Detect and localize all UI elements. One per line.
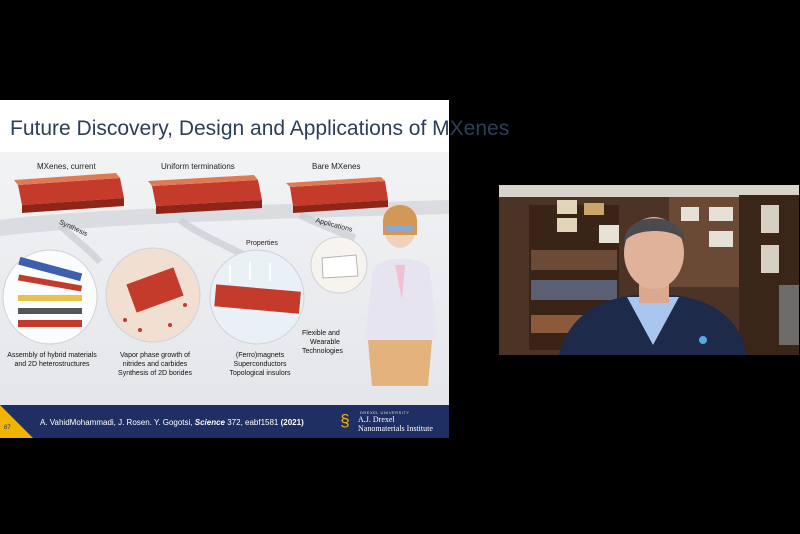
speaker-webcam-video[interactable]	[499, 185, 799, 355]
slide-citation: A. VahidMohammadi, J. Rosen. Y. Gogotsi,…	[40, 418, 304, 427]
branch-properties: Properties	[246, 240, 278, 247]
caption-assembly: Assembly of hybrid materials and 2D hete…	[7, 352, 97, 368]
wearable-circle	[310, 236, 368, 294]
logo-name-line1: A.J. Drexel	[358, 415, 395, 424]
drexel-dragon-logo-icon: §	[340, 411, 350, 430]
label-mxenes-current: MXenes, current	[37, 162, 96, 171]
uniform-slab	[148, 175, 262, 214]
slide-corner-accent	[0, 405, 33, 438]
vapor-growth-circle	[105, 247, 201, 343]
bare-slab	[286, 177, 388, 213]
caption-ferro: (Ferro)magnets Superconductors Topologic…	[229, 352, 291, 377]
caption-flexible: Flexible and Wearable Technologies	[302, 330, 343, 355]
slide-side-bar	[449, 100, 490, 438]
heterostructure-circle	[2, 249, 98, 345]
webcam-scene	[499, 185, 799, 355]
properties-circle	[209, 249, 305, 345]
meeting-stage: Future Discovery, Design and Application…	[0, 0, 800, 534]
wearable-person-illustration	[365, 205, 437, 386]
mxene-current-slab	[14, 173, 124, 213]
slide-title: Future Discovery, Design and Application…	[10, 117, 510, 140]
slide-number: 87	[4, 425, 11, 431]
caption-vapor: Vapor phase growth of nitrides and carbi…	[118, 352, 192, 377]
logo-name-line2: Nanomaterials Institute	[358, 424, 433, 433]
label-bare-mxenes: Bare MXenes	[312, 162, 361, 171]
label-uniform-terminations: Uniform terminations	[161, 162, 235, 171]
